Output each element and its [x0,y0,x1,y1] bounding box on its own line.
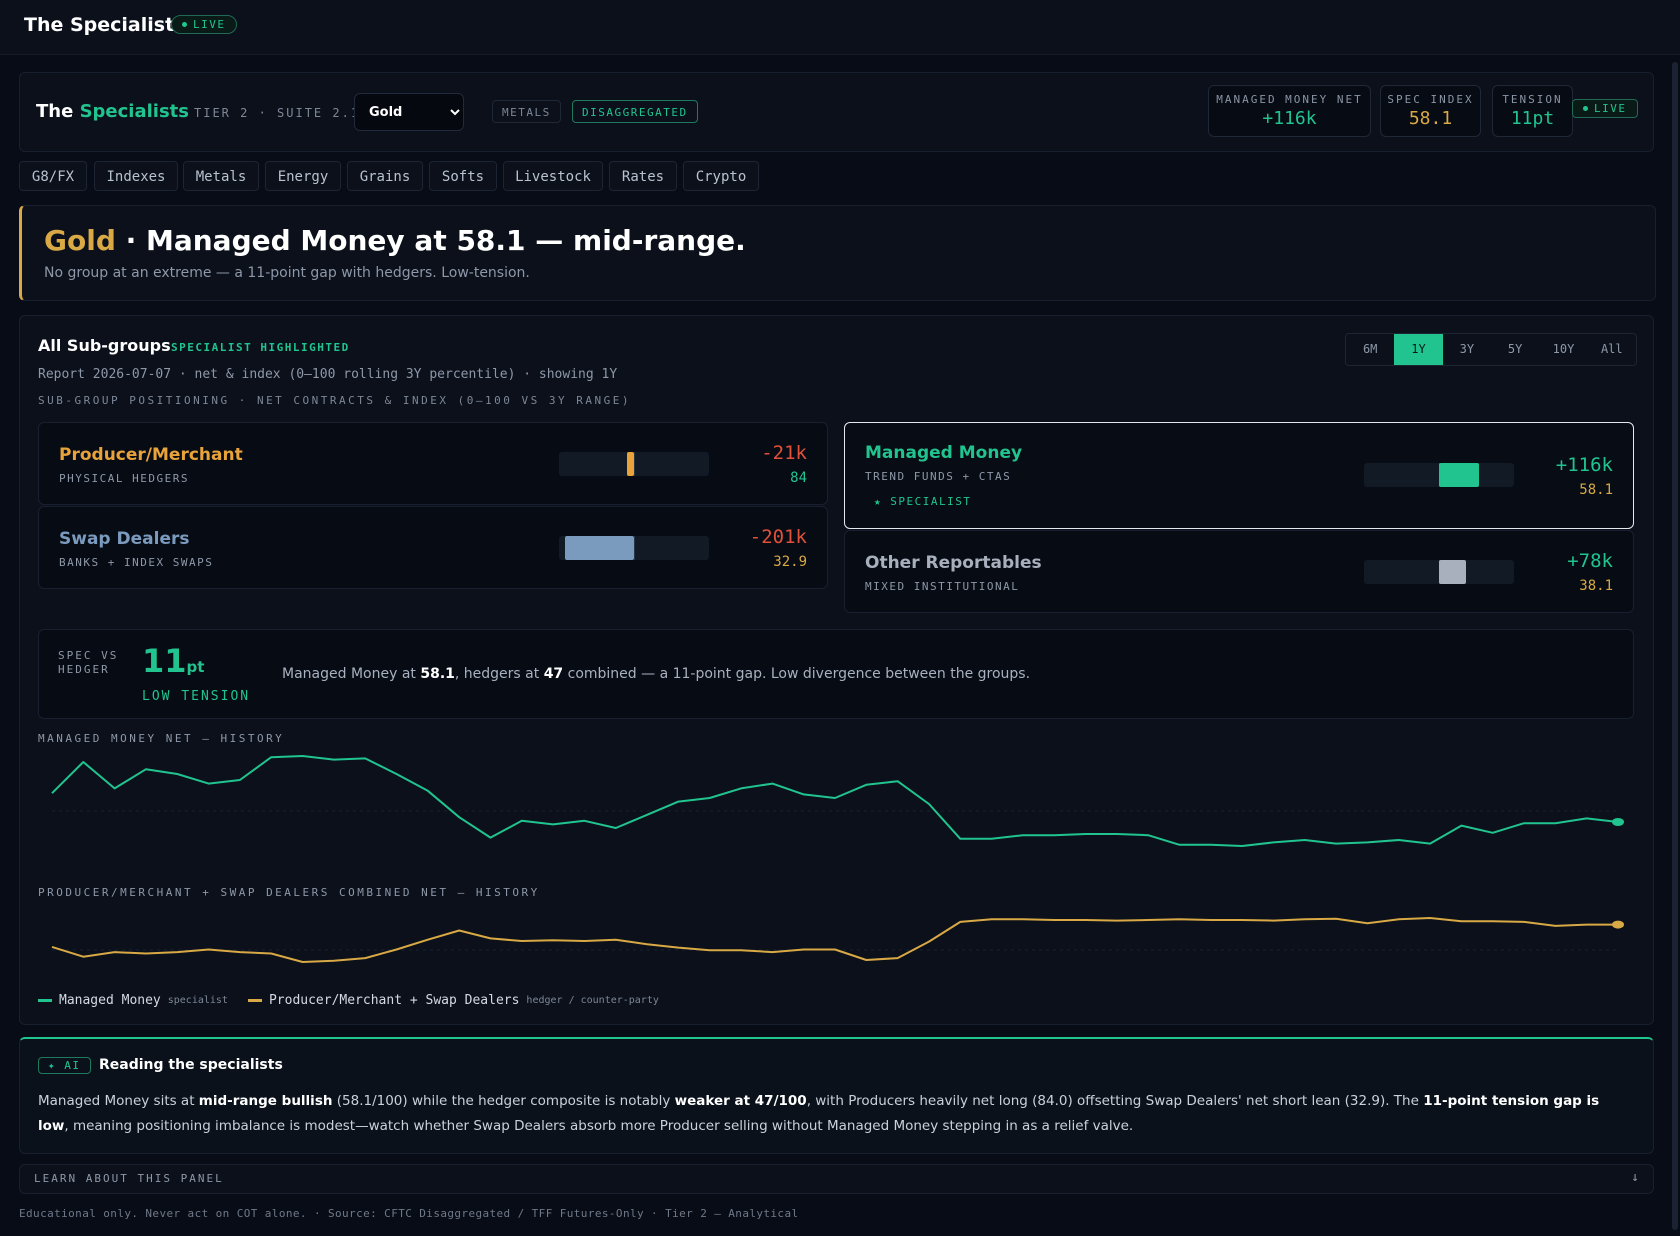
group-name: Swap Dealers [59,529,190,549]
legend-swatch-managed-money [38,999,52,1002]
hedger-history-label: PRODUCER/MERCHANT + SWAP DEALERS COMBINE… [38,886,540,899]
subgroups-panel: All Sub-groups SPECIALIST HIGHLIGHTED Re… [19,315,1654,1025]
tension-value: 11pt [142,642,205,680]
series-line [51,917,1618,963]
group-net: +116k [1555,454,1613,476]
net-bar-fill [565,536,634,560]
net-bar-fill [1439,463,1479,487]
group-subtitle: MIXED INSTITUTIONAL [865,580,1020,593]
stat-spec-index: SPEC INDEX 58.1 [1380,85,1481,137]
specialist-highlighted-label: SPECIALIST HIGHLIGHTED [171,341,350,354]
net-bar-fill [1439,560,1466,584]
panel-header: The Specialists TIER 2 · SUITE 2.1 Gold … [19,72,1654,152]
ai-reading-card: ✦ AI Reading the specialists Managed Mon… [19,1037,1654,1154]
panel-title: The Specialists [36,101,189,122]
group-index: 32.9 [773,554,807,570]
range-6m[interactable]: 6M [1346,334,1394,365]
group-name: Other Reportables [865,553,1042,573]
legend-hedgers: Producer/Merchant + Swap Dealers [268,993,520,1008]
disaggregated-tag: DISAGGREGATED [572,100,698,123]
legend-hedgers-sub: hedger / counter-party [526,995,659,1006]
legend-swatch-hedgers [247,999,262,1002]
tab-energy[interactable]: Energy [265,161,341,191]
managed-money-history-chart [51,755,1624,847]
net-bar [559,452,709,476]
app-title: The Specialists [24,14,186,36]
group-index: 58.1 [1579,482,1613,498]
net-bar-fill [626,452,634,476]
specialist-badge: ★ SPECIALIST [874,495,972,508]
group-subtitle: TREND FUNDS + CTAS [865,470,1012,483]
asset-select[interactable]: Gold [354,93,464,131]
group-card-other-reportables[interactable]: Other Reportables MIXED INSTITUTIONAL +7… [844,530,1634,613]
tab-crypto[interactable]: Crypto [683,161,759,191]
live-badge: LIVE [171,15,237,34]
range-3y[interactable]: 3Y [1443,334,1491,365]
series-line [51,755,1619,847]
scrollbar[interactable] [1672,62,1678,1230]
group-net: +78k [1567,550,1613,572]
hedger-history-chart [51,917,1624,963]
banner-subtitle: No group at an extreme — a 11-point gap … [44,265,530,281]
live-dot-icon [1583,106,1588,111]
tension-description: Managed Money at 58.1, hedgers at 47 com… [282,666,1031,682]
net-bar [559,536,709,560]
tension-summary: SPEC VS HEDGER 11pt LOW TENSION Managed … [38,629,1634,719]
panel-heading: All Sub-groups [38,336,171,355]
net-bar [1364,463,1514,487]
arrow-down-icon: ↓ [1631,1170,1639,1185]
ai-text: Managed Money sits at mid-range bullish … [38,1093,1600,1134]
tab-metals[interactable]: Metals [183,161,259,191]
tab-softs[interactable]: Softs [429,161,497,191]
tension-level: LOW TENSION [142,689,251,704]
group-name: Producer/Merchant [59,445,243,465]
net-bar [1364,560,1514,584]
range-1y[interactable]: 1Y [1394,334,1443,365]
report-info: Report 2026-07-07 · net & index (0–100 r… [38,367,618,382]
group-card-producer[interactable]: Producer/Merchant PHYSICAL HEDGERS -21k … [38,422,828,505]
last-point-marker [1612,920,1624,929]
group-card-swap-dealers[interactable]: Swap Dealers BANKS + INDEX SWAPS -201k 3… [38,506,828,589]
last-point-marker [1612,818,1624,826]
group-index: 38.1 [1579,578,1613,594]
group-subtitle: PHYSICAL HEDGERS [59,472,189,485]
tab-indexes[interactable]: Indexes [94,161,178,191]
tier-label: TIER 2 · SUITE 2.1 [194,106,361,120]
chart-legend: Managed Money specialist Producer/Mercha… [38,993,679,1008]
stat-tension: TENSION 11pt [1492,85,1573,137]
tab-grains[interactable]: Grains [347,161,423,191]
top-bar: The Specialists LIVE [0,0,1680,55]
ai-title: Reading the specialists [99,1057,283,1073]
group-card-managed-money[interactable]: Managed Money TREND FUNDS + CTAS ★ SPECI… [844,422,1634,529]
metals-tag: METALS [492,100,561,123]
group-net: -21k [761,442,807,464]
tab-g8fx[interactable]: G8/FX [19,161,87,191]
range-all[interactable]: All [1588,334,1636,365]
live-dot-icon [182,22,187,27]
tab-rates[interactable]: Rates [609,161,677,191]
summary-banner: Gold · Managed Money at 58.1 — mid-range… [19,205,1656,301]
section-label: SUB-GROUP POSITIONING · NET CONTRACTS & … [38,394,631,407]
group-net: -201k [749,526,807,548]
legend-managed-money: Managed Money [59,993,161,1008]
banner-headline: Gold · Managed Money at 58.1 — mid-range… [44,224,746,257]
tab-livestock[interactable]: Livestock [503,161,603,191]
group-index: 84 [790,470,807,486]
footer-disclaimer: Educational only. Never act on COT alone… [19,1207,799,1220]
header-live-badge: LIVE [1572,99,1638,118]
range-selector: 6M 1Y 3Y 5Y 10Y All [1345,333,1637,366]
learn-about-panel[interactable]: LEARN ABOUT THIS PANEL ↓ [19,1164,1654,1194]
group-name: Managed Money [865,443,1023,463]
legend-managed-money-sub: specialist [167,995,228,1006]
range-10y[interactable]: 10Y [1539,334,1587,365]
managed-money-history-label: MANAGED MONEY NET — HISTORY [38,732,285,745]
range-5y[interactable]: 5Y [1491,334,1539,365]
ai-badge: ✦ AI [38,1057,91,1074]
group-subtitle: BANKS + INDEX SWAPS [59,556,214,569]
stat-managed-money-net: MANAGED MONEY NET +116k [1208,85,1371,137]
tension-label: SPEC VS HEDGER [58,649,119,676]
